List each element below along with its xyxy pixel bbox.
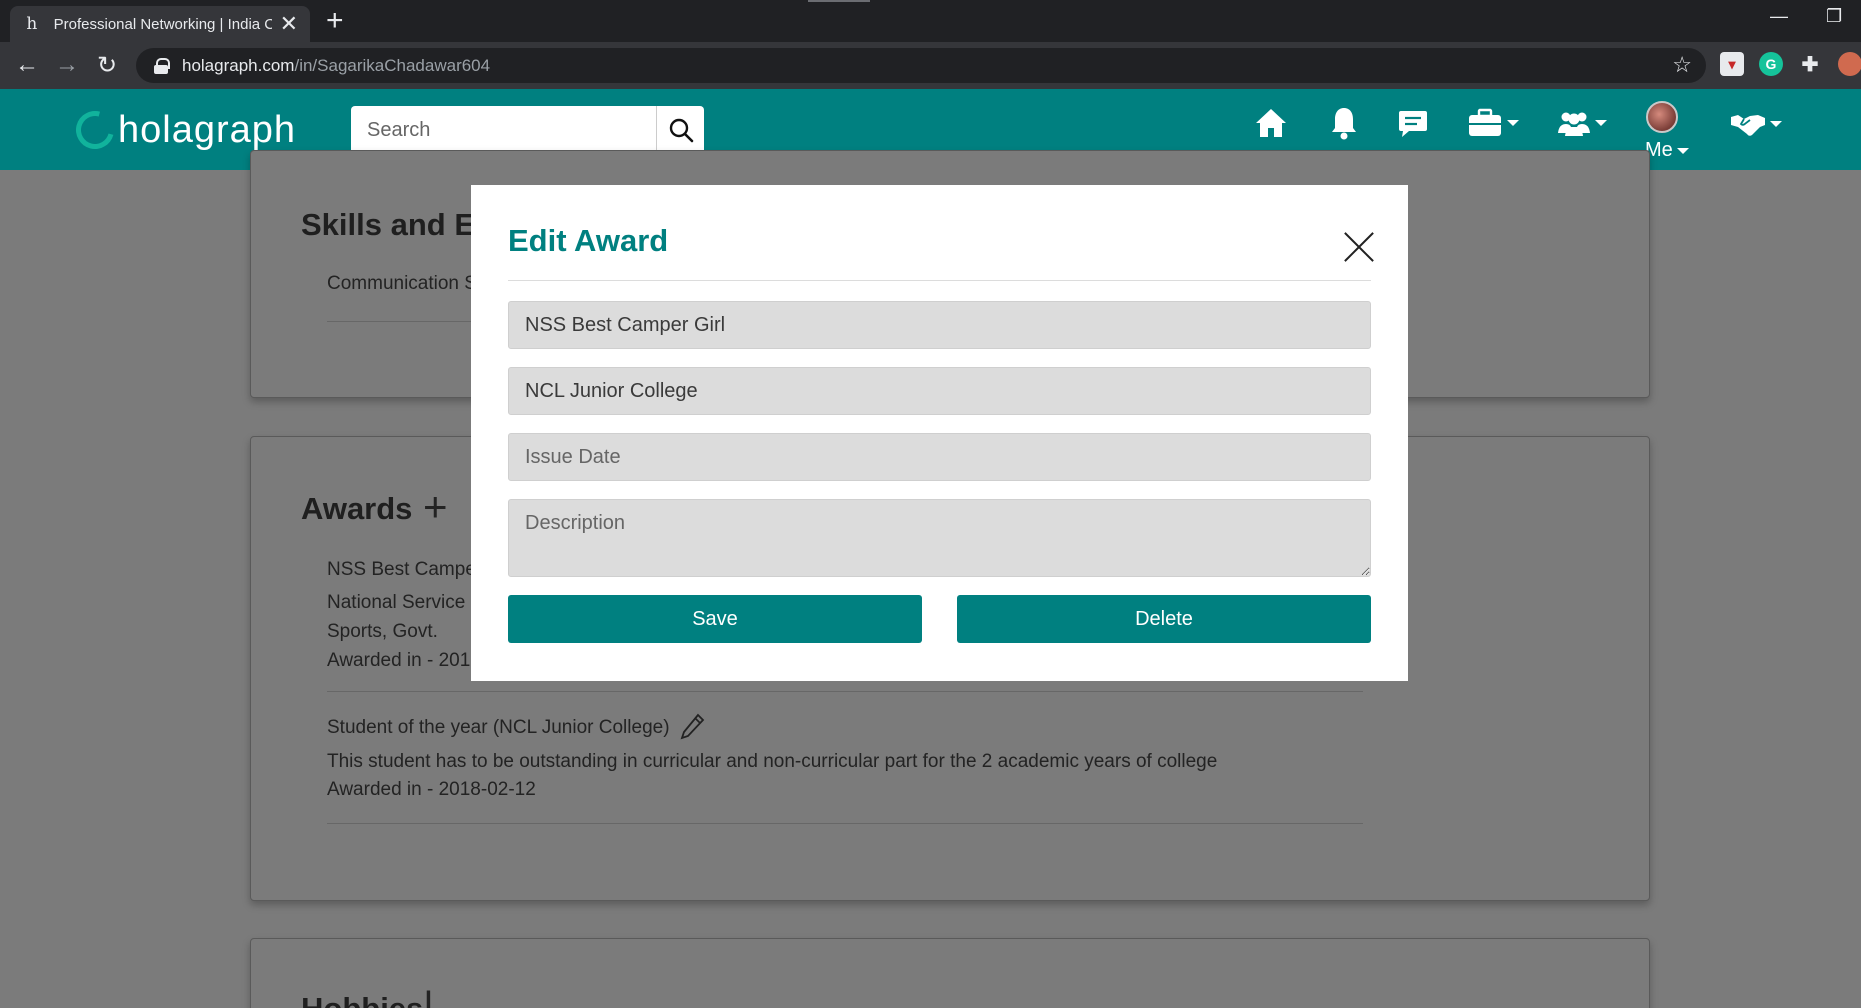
lock-icon [154,57,170,74]
delete-button[interactable]: Delete [957,595,1371,643]
bell-icon [1332,108,1356,140]
save-button[interactable]: Save [508,595,922,643]
award-name-field[interactable] [508,301,1371,349]
profile-avatar-icon[interactable] [1838,52,1861,76]
home-nav[interactable] [1254,107,1288,139]
network-nav[interactable] [1557,109,1607,137]
description-field[interactable] [508,499,1371,577]
logo-mark-icon[interactable] [69,104,121,156]
site-logo[interactable]: holagraph [118,109,296,152]
address-bar[interactable]: holagraph.com/in/SagarikaChadawar604 ☆ [136,48,1706,83]
partners-dropdown-caret [1770,121,1782,127]
issue-date-field[interactable] [508,433,1371,481]
tab-title: Professional Networking | India C [53,15,272,33]
home-icon [1256,109,1286,137]
edit-award-modal: Edit Award Save Delete [471,185,1408,681]
close-icon[interactable] [1342,230,1376,264]
modal-divider [508,280,1371,281]
partners-nav[interactable] [1730,111,1782,137]
browser-toolbar: ← → ↻ holagraph.com/in/SagarikaChadawar6… [0,42,1861,89]
search-button[interactable] [656,106,704,154]
search-icon [669,118,693,143]
handshake-icon [1731,115,1765,136]
jobs-nav[interactable] [1467,108,1519,138]
notifications-nav[interactable] [1330,106,1358,140]
bookmark-star-icon[interactable]: ☆ [1672,52,1692,78]
grammarly-extension-icon[interactable]: G [1759,52,1783,76]
reload-icon[interactable]: ↻ [92,50,122,80]
browser-tabstrip: h Professional Networking | India C ✕ + … [0,0,1861,42]
search-bar [351,106,704,154]
chat-icon [1399,111,1427,137]
me-dropdown-caret [1676,147,1689,154]
tab-close-icon[interactable]: ✕ [280,13,298,35]
me-menu[interactable]: Me [1645,139,1689,162]
pocket-extension-icon[interactable]: ▾ [1720,52,1744,76]
briefcase-icon [1469,108,1501,136]
minimize-icon[interactable]: — [1770,6,1788,27]
new-tab-button[interactable]: + [326,6,344,36]
jobs-dropdown-caret [1507,120,1519,126]
browser-tab[interactable]: h Professional Networking | India C ✕ [10,6,310,42]
search-input[interactable] [351,106,656,154]
network-dropdown-caret [1595,120,1607,126]
issuer-field[interactable] [508,367,1371,415]
restore-icon[interactable]: ❐ [1826,6,1842,27]
modal-title: Edit Award [508,223,669,258]
tabstrip-indicator [808,0,870,2]
back-icon[interactable]: ← [12,50,42,80]
forward-icon[interactable]: → [52,50,82,80]
messages-nav[interactable] [1397,109,1429,139]
user-avatar[interactable] [1646,101,1678,133]
url-path: /in/SagarikaChadawar604 [294,55,491,75]
url-host: holagraph.com [182,55,295,75]
extensions-puzzle-icon[interactable]: ✚ [1798,52,1822,76]
people-icon [1558,112,1590,136]
site-favicon-icon: h [26,14,38,34]
